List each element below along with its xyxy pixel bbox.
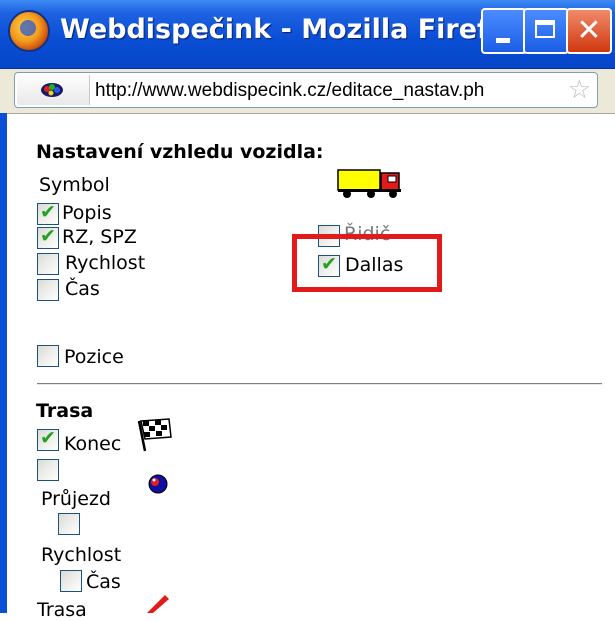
address-bar[interactable]: http://www.webdispecink.cz/editace_nasta…	[14, 72, 598, 108]
checkbox-prujezd[interactable]	[37, 459, 59, 481]
checkbox-rychlost[interactable]	[37, 253, 59, 275]
vehicle-section-title: Nastavení vzhledu vozidla:	[36, 141, 324, 163]
symbol-label: Symbol	[39, 174, 110, 196]
label-konec: Konec	[64, 433, 122, 455]
site-identity-icon	[41, 83, 63, 97]
close-icon: ✕	[576, 13, 602, 48]
maximize-icon	[535, 20, 555, 38]
label-cas: Čas	[65, 278, 100, 300]
checkbox-popis[interactable]	[37, 201, 59, 225]
label-pozice: Pozice	[64, 346, 124, 368]
label-rychlost-trasa: Rychlost	[41, 544, 122, 566]
checkbox-rychlost-trasa[interactable]	[58, 513, 80, 535]
checkbox-rz-spz[interactable]	[37, 225, 59, 249]
address-bar-container: http://www.webdispecink.cz/editace_nasta…	[0, 69, 615, 114]
checkered-flag-icon	[137, 418, 172, 452]
title-bar: Webdispečink - Mozilla Firefox ✕	[0, 0, 615, 69]
checkbox-pozice[interactable]	[37, 345, 59, 367]
label-trasa: Trasa	[37, 599, 87, 621]
window-left-border	[0, 113, 7, 613]
site-identity-button[interactable]	[17, 75, 90, 105]
minimize-icon	[496, 38, 510, 43]
url-input[interactable]: http://www.webdispecink.cz/editace_nasta…	[95, 80, 555, 102]
section-divider	[37, 383, 602, 385]
route-section-title: Trasa	[36, 400, 94, 422]
checkbox-cas-trasa[interactable]	[60, 570, 82, 592]
waypoint-icon	[148, 474, 168, 494]
window-title: Webdispečink - Mozilla Firefox	[60, 14, 525, 45]
label-cas-trasa: Čas	[86, 571, 121, 593]
label-rychlost: Rychlost	[65, 252, 146, 274]
checkbox-konec[interactable]	[37, 427, 59, 451]
label-prujezd: Průjezd	[41, 488, 111, 510]
highlight-box	[292, 234, 442, 292]
label-rz-spz: RZ, SPZ	[62, 226, 137, 248]
minimize-button[interactable]	[481, 8, 527, 54]
route-marker-icon	[147, 595, 169, 613]
firefox-icon	[8, 10, 50, 52]
label-popis: Popis	[62, 202, 112, 224]
settings-panel: Nastavení vzhledu vozidla: Symbol Popis …	[7, 113, 615, 621]
close-button[interactable]: ✕	[566, 8, 612, 54]
bookmark-star-icon[interactable]: ☆	[568, 77, 591, 103]
truck-icon	[337, 169, 401, 198]
checkbox-cas[interactable]	[37, 279, 59, 301]
maximize-button[interactable]	[523, 8, 569, 54]
